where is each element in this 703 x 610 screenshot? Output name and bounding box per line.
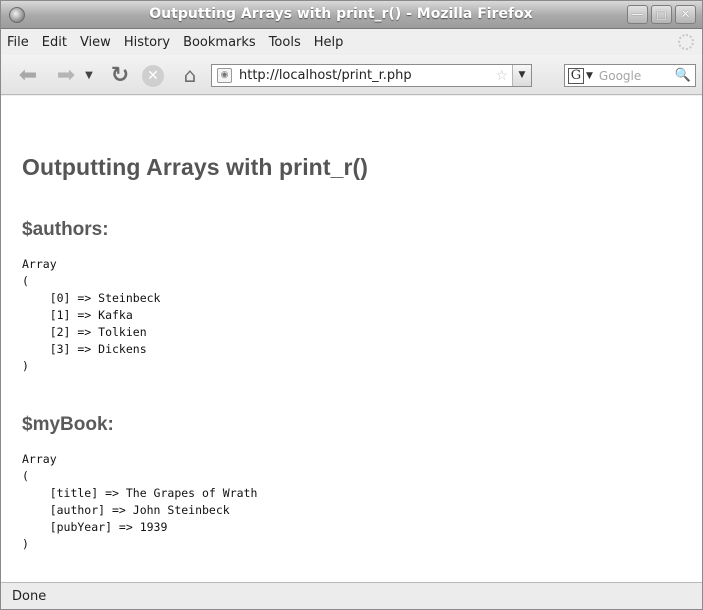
window-controls: — □ ✕ [627, 5, 696, 24]
url-input[interactable]: http://localhost/print_r.php [239, 68, 495, 83]
home-button[interactable]: ⌂ [177, 63, 203, 87]
stop-icon: ✕ [147, 68, 159, 84]
chevron-down-icon: ▼ [518, 70, 526, 80]
firefox-app-icon[interactable] [9, 7, 25, 23]
close-button[interactable]: ✕ [675, 5, 696, 24]
engine-dropdown-chevron-icon[interactable]: ▼ [586, 71, 593, 81]
forward-arrow-icon: ➡ [56, 62, 76, 88]
google-engine-icon[interactable]: G [568, 67, 584, 84]
site-identity-icon[interactable]: ◉ [217, 68, 232, 83]
bookmark-star-icon[interactable]: ☆ [495, 68, 508, 84]
menu-help[interactable]: Help [314, 35, 344, 50]
menu-tools[interactable]: Tools [269, 35, 301, 50]
page-content: Outputting Arrays with print_r() $author… [1, 96, 702, 582]
window-title: Outputting Arrays with print_r() - Mozil… [149, 6, 533, 22]
page-heading: Outputting Arrays with print_r() [22, 154, 369, 180]
menu-view[interactable]: View [80, 35, 111, 50]
chevron-down-icon: ▼ [85, 69, 93, 81]
search-input[interactable]: Google [599, 69, 675, 83]
menu-file[interactable]: File [7, 35, 29, 50]
status-bar: Done [1, 582, 702, 609]
mybook-heading: $myBook: [22, 414, 114, 435]
menu-bar: File Edit View History Bookmarks Tools H… [1, 29, 702, 55]
stop-button[interactable]: ✕ [142, 65, 164, 87]
menu-edit[interactable]: Edit [42, 35, 67, 50]
maximize-button[interactable]: □ [651, 5, 672, 24]
status-text: Done [12, 588, 47, 604]
authors-array-output: Array ( [0] => Steinbeck [1] => Kafka [2… [22, 257, 161, 373]
activity-throbber-icon [678, 34, 694, 50]
search-bar[interactable]: G ▼ Google 🔍 [564, 64, 696, 87]
home-icon: ⌂ [183, 63, 197, 87]
authors-heading: $authors: [22, 219, 109, 240]
url-history-dropdown[interactable]: ▼ [512, 65, 531, 86]
forward-button[interactable]: ➡ [53, 62, 79, 88]
reload-button[interactable]: ↻ [107, 62, 133, 88]
history-dropdown-button[interactable]: ▼ [81, 64, 97, 86]
navigation-toolbar: ⬅ ➡ ▼ ↻ ✕ ⌂ ◉ http://localhost/print_r.p… [1, 55, 702, 95]
browser-window: Outputting Arrays with print_r() - Mozil… [0, 0, 703, 610]
back-button[interactable]: ⬅ [15, 62, 41, 88]
magnifier-search-icon[interactable]: 🔍 [675, 68, 691, 83]
url-bar[interactable]: ◉ http://localhost/print_r.php ☆ ▼ [211, 64, 532, 87]
back-arrow-icon: ⬅ [18, 62, 38, 88]
menu-bookmarks[interactable]: Bookmarks [183, 35, 256, 50]
reload-icon: ↻ [110, 62, 130, 88]
menu-history[interactable]: History [124, 35, 170, 50]
mybook-array-output: Array ( [title] => The Grapes of Wrath [… [22, 452, 258, 551]
minimize-button[interactable]: — [627, 5, 648, 24]
title-bar[interactable]: Outputting Arrays with print_r() - Mozil… [1, 1, 702, 29]
